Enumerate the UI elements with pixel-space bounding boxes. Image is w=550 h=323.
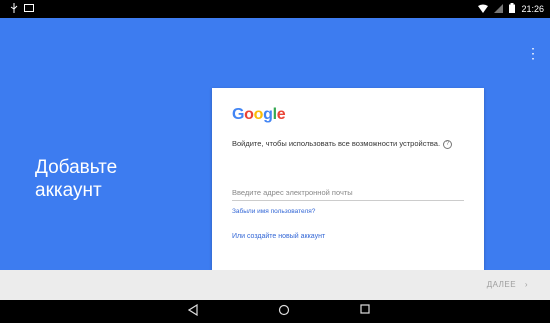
back-icon[interactable] — [187, 303, 198, 319]
wifi-icon — [478, 4, 489, 15]
status-time: 21:26 — [521, 4, 544, 14]
screenshot-icon — [24, 4, 34, 14]
signal-icon — [494, 3, 504, 15]
google-logo: Google — [232, 106, 286, 123]
email-input[interactable] — [232, 184, 464, 201]
status-right: 21:26 — [478, 3, 544, 15]
next-button[interactable]: ДАЛЕЕ › — [487, 280, 528, 289]
next-label: ДАЛЕЕ — [486, 280, 517, 289]
page-title: Добавьте аккаунт — [35, 157, 118, 201]
forgot-username-link[interactable]: Забыли имя пользователя? — [232, 208, 315, 215]
battery-icon — [509, 3, 516, 15]
recents-icon[interactable] — [360, 304, 370, 317]
status-bar: 21:26 — [0, 0, 550, 18]
info-icon[interactable]: ? — [443, 139, 453, 149]
chevron-right-icon: › — [524, 280, 528, 289]
create-account-link[interactable]: Или создайте новый аккаунт — [232, 233, 325, 240]
usb-icon — [10, 3, 18, 15]
status-left — [10, 3, 34, 15]
sign-in-card: Google Войдите, чтобы использовать все в… — [212, 88, 484, 270]
navigation-bar — [0, 300, 550, 323]
bottom-bar: ДАЛЕЕ › — [0, 270, 550, 300]
overflow-menu-icon[interactable]: ⋮ — [526, 46, 540, 60]
sign-in-description: Войдите, чтобы использовать все возможно… — [232, 138, 464, 149]
home-icon[interactable] — [278, 304, 290, 319]
